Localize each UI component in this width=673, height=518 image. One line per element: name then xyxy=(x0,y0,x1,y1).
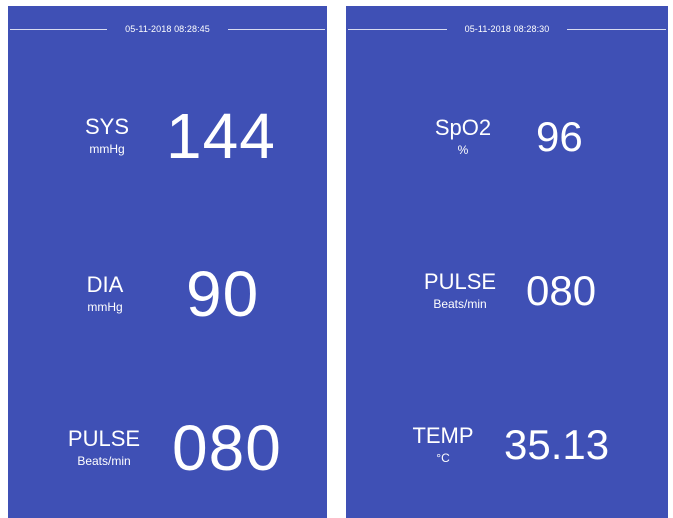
pulse-label: PULSE xyxy=(423,269,497,294)
datetime-label: 05-11-2018 08:28:30 xyxy=(464,24,550,34)
sys-label-block: SYS mmHg xyxy=(80,115,134,157)
pulse-value: 080 xyxy=(526,267,597,314)
oximetry-temperature-screen: 05-11-2018 08:28:30 SpO2 % 96 PULSE Beat… xyxy=(346,6,668,518)
temp-unit: °C xyxy=(436,451,450,465)
pulse-value: 080 xyxy=(172,412,282,484)
dia-unit: mmHg xyxy=(87,300,123,314)
spo2-unit: % xyxy=(457,143,469,157)
datetime-divider-right xyxy=(567,28,666,30)
temp-label-block: TEMP °C xyxy=(404,424,482,466)
pulse-unit: Beats/min xyxy=(433,297,487,311)
temp-label: TEMP xyxy=(412,423,474,448)
datetime-header: 05-11-2018 08:28:30 xyxy=(346,20,668,38)
datetime-header: 05-11-2018 08:28:45 xyxy=(8,20,327,38)
datetime-divider-left xyxy=(348,28,447,30)
sys-value: 144 xyxy=(166,100,276,172)
pulse-label-block: PULSE Beats/min xyxy=(418,270,502,312)
sys-unit: mmHg xyxy=(89,142,125,156)
temp-value: 35.13 xyxy=(504,421,610,468)
spo2-value: 96 xyxy=(536,113,583,160)
spo2-reading: SpO2 % 96 xyxy=(430,116,583,158)
pulse-unit: Beats/min xyxy=(77,454,131,468)
pulse-reading: PULSE Beats/min 080 xyxy=(418,270,596,312)
dia-value: 90 xyxy=(186,258,260,330)
datetime-divider-left xyxy=(10,28,108,30)
dia-reading: DIA mmHg 90 xyxy=(78,262,259,326)
dia-label: DIA xyxy=(86,272,124,297)
dia-label-block: DIA mmHg xyxy=(78,273,132,315)
sys-label: SYS xyxy=(84,114,130,139)
pulse-label: PULSE xyxy=(67,426,141,451)
datetime-divider-right xyxy=(227,28,325,30)
spo2-label-block: SpO2 % xyxy=(430,116,496,158)
temp-reading: TEMP °C 35.13 xyxy=(404,424,609,466)
sys-reading: SYS mmHg 144 xyxy=(80,104,276,168)
pulse-reading: PULSE Beats/min 080 xyxy=(64,416,282,480)
spo2-label: SpO2 xyxy=(434,115,492,140)
pulse-label-block: PULSE Beats/min xyxy=(64,427,144,469)
datetime-label: 05-11-2018 08:28:45 xyxy=(125,24,210,34)
blood-pressure-screen: 05-11-2018 08:28:45 SYS mmHg 144 DIA mmH… xyxy=(8,6,327,518)
